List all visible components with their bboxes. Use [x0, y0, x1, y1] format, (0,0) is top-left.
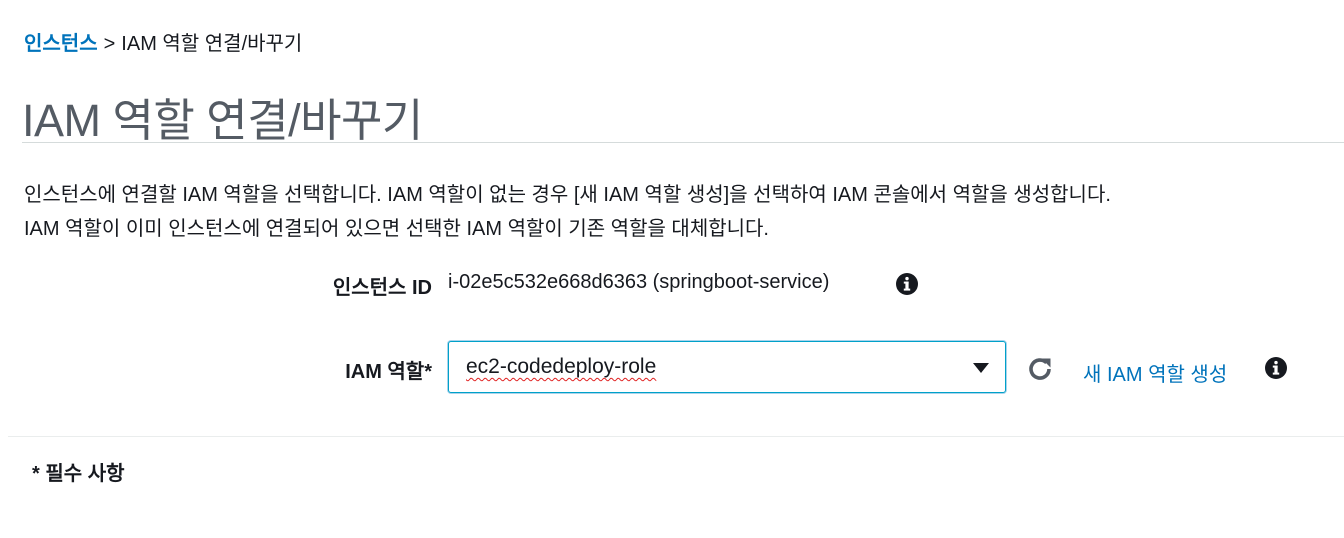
refresh-icon[interactable]: [1024, 353, 1056, 385]
page-description: 인스턴스에 연결할 IAM 역할을 선택합니다. IAM 역할이 없는 경우 […: [24, 178, 1111, 246]
description-line-2: IAM 역할이 이미 인스턴스에 연결되어 있으면 선택한 IAM 역할이 기존…: [24, 218, 769, 240]
breadcrumb: 인스턴스 > IAM 역할 연결/바꾸기: [24, 27, 302, 56]
instance-id-label: 인스턴스 ID: [332, 277, 432, 299]
info-icon[interactable]: [1264, 356, 1288, 380]
breadcrumb-link-instances[interactable]: 인스턴스: [24, 33, 98, 55]
description-line-1: 인스턴스에 연결할 IAM 역할을 선택합니다. IAM 역할이 없는 경우 […: [24, 184, 1111, 206]
breadcrumb-current: IAM 역할 연결/바꾸기: [121, 33, 303, 55]
page-title: IAM 역할 연결/바꾸기: [22, 95, 423, 146]
info-icon[interactable]: [895, 272, 919, 296]
instance-id-value: i-02e5c532e668d6363 (springboot-service): [448, 271, 830, 293]
required-note: * 필수 사항: [32, 463, 125, 485]
breadcrumb-separator: >: [103, 33, 116, 55]
iam-role-selected-value: ec2-codedeploy-role: [466, 355, 657, 378]
iam-role-select[interactable]: ec2-codedeploy-role: [448, 341, 1006, 393]
section-divider: [8, 436, 1344, 437]
create-iam-role-link[interactable]: 새 IAM 역할 생성: [1083, 358, 1227, 387]
iam-role-label: IAM 역할*: [345, 361, 432, 383]
page: 인스턴스 > IAM 역할 연결/바꾸기 IAM 역할 연결/바꾸기 인스턴스에 연…: [0, 0, 1344, 538]
caret-down-icon: [973, 363, 989, 373]
title-divider: [22, 142, 1344, 143]
